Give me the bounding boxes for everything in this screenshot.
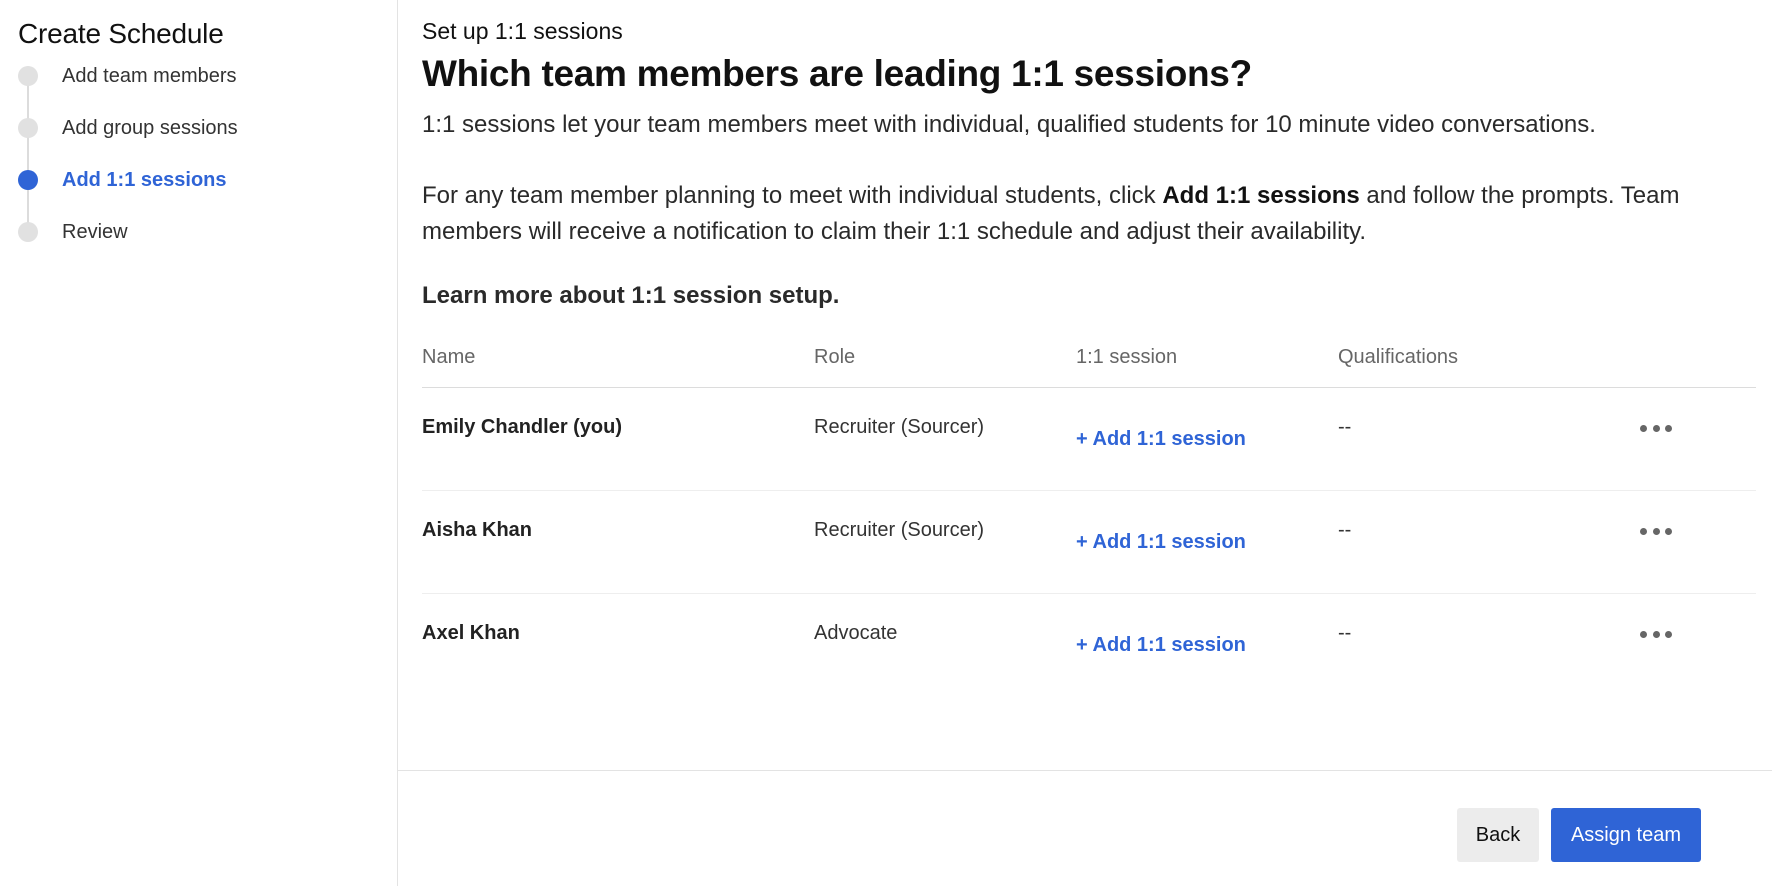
step-label: Review	[62, 221, 128, 243]
add-1-1-session-link[interactable]: + Add 1:1 session	[1076, 416, 1338, 451]
sidebar-title: Create Schedule	[18, 18, 224, 49]
step-review[interactable]: Review	[18, 222, 397, 274]
member-role: Recruiter (Sourcer)	[814, 519, 985, 541]
member-qualifications: --	[1338, 416, 1352, 438]
table-row: Axel Khan Advocate + Add 1:1 session --	[422, 594, 1756, 697]
instructions-text: For any team member planning to meet wit…	[422, 178, 1772, 250]
back-button[interactable]: Back	[1457, 808, 1539, 862]
step-add-1-1-sessions[interactable]: Add 1:1 sessions	[18, 170, 397, 222]
team-table: Name Role 1:1 session Qualifications Emi…	[422, 346, 1756, 697]
header-name: Name	[422, 346, 476, 368]
step-indicator-active-icon	[18, 170, 38, 190]
row-actions	[1608, 416, 1756, 434]
sidebar: Create Schedule Add team members Add gro…	[0, 0, 398, 886]
add-1-1-session-link[interactable]: + Add 1:1 session	[1076, 519, 1338, 554]
main-content: Set up 1:1 sessions Which team members a…	[398, 0, 1772, 697]
member-role: Advocate	[814, 622, 898, 644]
description: 1:1 sessions let your team members meet …	[422, 107, 1772, 250]
step-indicator-icon	[18, 118, 38, 138]
step-label: Add group sessions	[62, 117, 238, 139]
instructions-bold: Add 1:1 sessions	[1162, 182, 1360, 209]
member-qualifications: --	[1338, 519, 1352, 541]
row-actions	[1608, 519, 1756, 537]
step-indicator-icon	[18, 66, 38, 86]
member-name: Aisha Khan	[422, 519, 533, 541]
add-1-1-session-link[interactable]: + Add 1:1 session	[1076, 622, 1338, 657]
footer-bar: Back Assign team	[398, 770, 1772, 886]
instructions-pre: For any team member planning to meet wit…	[422, 182, 1163, 209]
stepper: Add team members Add group sessions Add …	[18, 66, 397, 274]
more-options-icon[interactable]	[1640, 525, 1672, 537]
assign-team-button[interactable]: Assign team	[1551, 808, 1701, 862]
main-panel: Set up 1:1 sessions Which team members a…	[398, 0, 1772, 886]
table-row: Emily Chandler (you) Recruiter (Sourcer)…	[422, 388, 1756, 491]
intro-text: 1:1 sessions let your team members meet …	[422, 111, 1596, 138]
member-name: Emily Chandler (you)	[422, 416, 623, 438]
step-add-group-sessions[interactable]: Add group sessions	[18, 118, 397, 170]
table-row: Aisha Khan Recruiter (Sourcer) + Add 1:1…	[422, 491, 1756, 594]
header-qualifications: Qualifications	[1338, 346, 1459, 368]
header-role: Role	[814, 346, 856, 368]
header-session: 1:1 session	[1076, 346, 1178, 368]
member-name: Axel Khan	[422, 622, 520, 644]
row-actions	[1608, 622, 1756, 640]
more-options-icon[interactable]	[1640, 628, 1672, 640]
more-options-icon[interactable]	[1640, 422, 1672, 434]
step-add-team-members[interactable]: Add team members	[18, 66, 397, 118]
page-subtitle: Set up 1:1 sessions	[422, 18, 623, 44]
page-title: Which team members are leading 1:1 sessi…	[422, 53, 1252, 94]
app-root: Create Schedule Add team members Add gro…	[0, 0, 1772, 886]
learn-more-link[interactable]: Learn more about 1:1 session setup.	[422, 282, 1772, 310]
step-indicator-icon	[18, 222, 38, 242]
member-role: Recruiter (Sourcer)	[814, 416, 985, 438]
step-label: Add team members	[62, 65, 237, 87]
table-header: Name Role 1:1 session Qualifications	[422, 346, 1756, 388]
step-label: Add 1:1 sessions	[62, 169, 227, 191]
member-qualifications: --	[1338, 622, 1352, 644]
